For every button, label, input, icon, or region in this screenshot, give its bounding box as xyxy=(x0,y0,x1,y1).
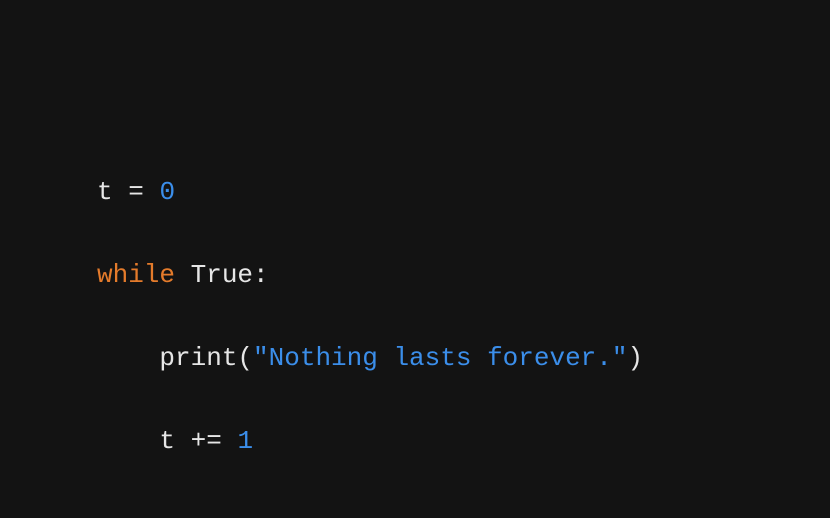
lparen: ( xyxy=(237,343,253,373)
function-print: print xyxy=(159,343,237,373)
code-line-1: t = 0 xyxy=(97,172,643,214)
rparen: ) xyxy=(628,343,644,373)
variable-t: t xyxy=(159,426,175,456)
code-line-4: t += 1 xyxy=(97,421,643,463)
literal-zero: 0 xyxy=(159,177,175,207)
literal-one: 1 xyxy=(237,426,253,456)
keyword-while: while xyxy=(97,260,175,290)
variable-t: t xyxy=(97,177,113,207)
code-editor: t = 0 while True: print("Nothing lasts f… xyxy=(97,130,643,504)
code-line-3: print("Nothing lasts forever.") xyxy=(97,338,643,380)
operator-plus-assign: += xyxy=(191,426,222,456)
colon: : xyxy=(253,260,269,290)
literal-true: True xyxy=(191,260,253,290)
code-line-2: while True: xyxy=(97,255,643,297)
operator-assign: = xyxy=(128,177,144,207)
string-literal: "Nothing lasts forever." xyxy=(253,343,627,373)
